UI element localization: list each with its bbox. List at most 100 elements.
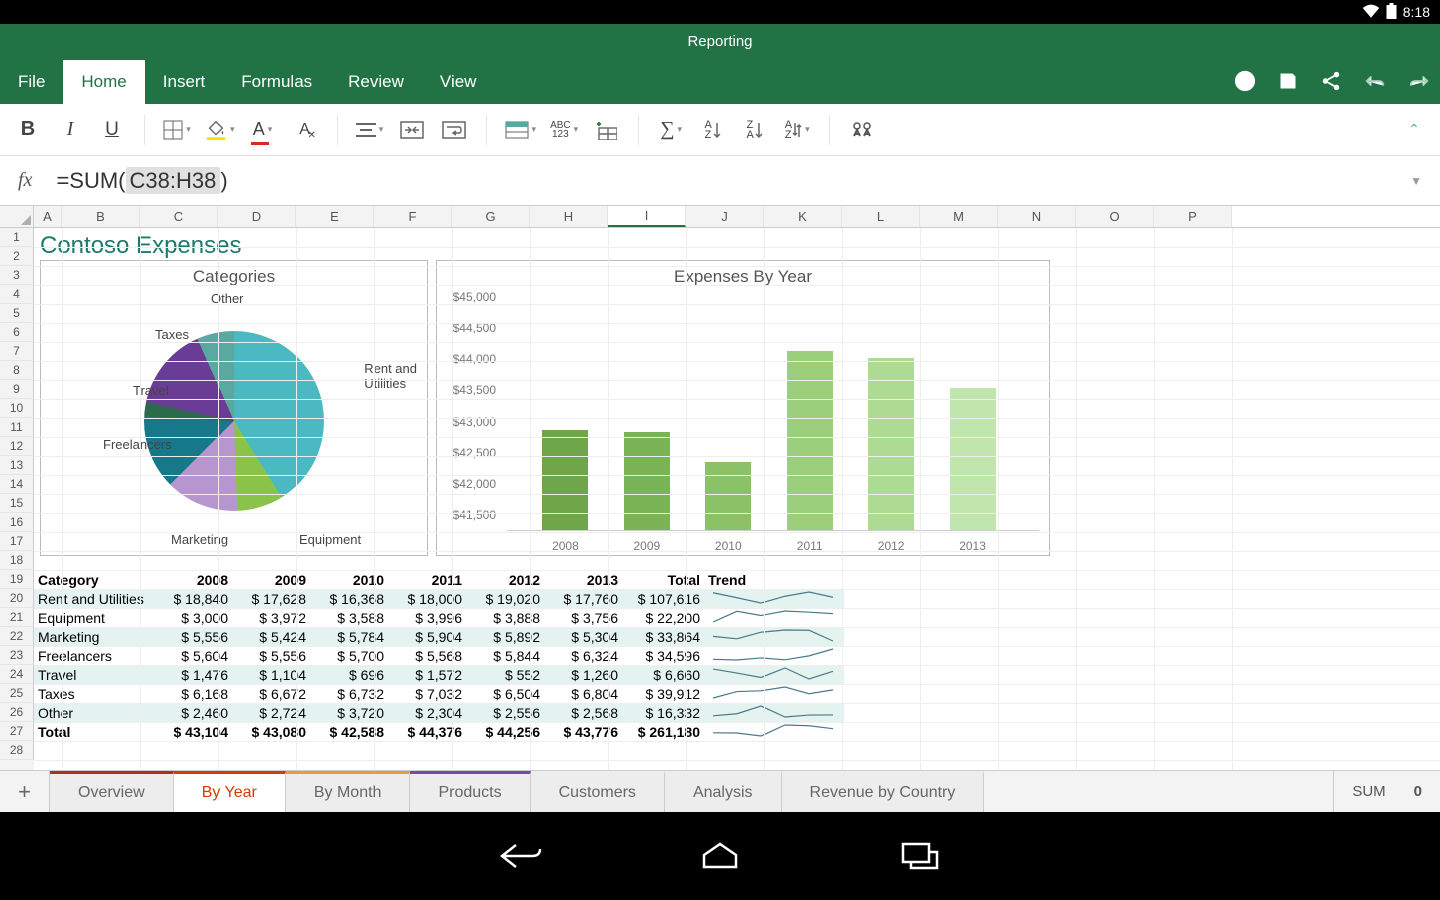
sparkline-cell[interactable] [704, 665, 844, 685]
row-header-27[interactable]: 27 [0, 722, 34, 741]
tab-formulas[interactable]: Formulas [223, 60, 330, 104]
category-cell[interactable]: Category [34, 572, 154, 588]
formula-expand-icon[interactable]: ▼ [1410, 174, 1422, 188]
sheet-tab-products[interactable]: Products [410, 771, 530, 812]
select-all-corner[interactable] [0, 206, 34, 227]
category-cell[interactable]: Rent and Utilities [34, 591, 154, 607]
merge-button[interactable] [398, 114, 426, 146]
row-header-22[interactable]: 22 [0, 627, 34, 646]
col-header-E[interactable]: E [296, 206, 374, 227]
recent-apps-button[interactable] [890, 836, 950, 876]
value-cell[interactable]: $ 6,324 [544, 648, 622, 664]
value-cell[interactable]: $ 2,568 [544, 705, 622, 721]
value-cell[interactable]: 2011 [388, 572, 466, 588]
cell-style-button[interactable] [505, 114, 537, 146]
row-header-14[interactable]: 14 [0, 475, 34, 494]
value-cell[interactable]: Total [622, 572, 704, 588]
row-header-9[interactable]: 9 [0, 380, 34, 399]
value-cell[interactable]: 2009 [232, 572, 310, 588]
value-cell[interactable]: $ 1,572 [388, 667, 466, 683]
col-header-N[interactable]: N [998, 206, 1076, 227]
value-cell[interactable]: $ 3,588 [310, 610, 388, 626]
value-cell[interactable]: $ 33,864 [622, 629, 704, 645]
col-header-H[interactable]: H [530, 206, 608, 227]
share-icon[interactable] [1320, 70, 1342, 92]
value-cell[interactable]: $ 5,892 [466, 629, 544, 645]
redo-icon[interactable] [1408, 72, 1430, 90]
underline-button[interactable]: U [98, 114, 126, 146]
row-header-3[interactable]: 3 [0, 266, 34, 285]
fx-icon[interactable]: fx [18, 169, 32, 192]
value-cell[interactable]: $ 18,000 [388, 591, 466, 607]
row-header-2[interactable]: 2 [0, 247, 34, 266]
row-header-8[interactable]: 8 [0, 361, 34, 380]
category-cell[interactable]: Taxes [34, 686, 154, 702]
sparkline-cell[interactable] [704, 627, 844, 647]
value-cell[interactable]: $ 696 [310, 667, 388, 683]
value-cell[interactable]: $ 3,888 [466, 610, 544, 626]
formula-input[interactable]: =SUM(C38:H38) [56, 168, 227, 194]
value-cell[interactable]: $ 6,504 [466, 686, 544, 702]
sheet-tab-overview[interactable]: Overview [50, 771, 174, 812]
fill-color-button[interactable] [205, 114, 235, 146]
italic-button[interactable]: I [56, 114, 84, 146]
value-cell[interactable]: $ 6,804 [544, 686, 622, 702]
value-cell[interactable]: $ 6,168 [154, 686, 232, 702]
value-cell[interactable]: 2008 [154, 572, 232, 588]
back-button[interactable] [490, 836, 550, 876]
font-color-button[interactable]: A [249, 114, 277, 146]
category-cell[interactable]: Travel [34, 667, 154, 683]
row-header-5[interactable]: 5 [0, 304, 34, 323]
cell-area[interactable]: Contoso Expenses Categories Other Rent a… [34, 228, 1440, 770]
col-header-G[interactable]: G [452, 206, 530, 227]
row-header-18[interactable]: 18 [0, 551, 34, 570]
add-sheet-button[interactable]: + [0, 771, 50, 812]
value-cell[interactable]: $ 44,256 [466, 724, 544, 740]
autosum-button[interactable]: ∑ [657, 114, 685, 146]
sparkline-cell[interactable] [704, 646, 844, 666]
align-button[interactable] [356, 114, 384, 146]
sparkline-cell[interactable]: Trend [704, 572, 844, 588]
value-cell[interactable]: $ 5,304 [544, 629, 622, 645]
row-header-10[interactable]: 10 [0, 399, 34, 418]
value-cell[interactable]: $ 5,604 [154, 648, 232, 664]
value-cell[interactable]: $ 5,904 [388, 629, 466, 645]
value-cell[interactable]: $ 17,760 [544, 591, 622, 607]
tab-view[interactable]: View [422, 60, 495, 104]
category-cell[interactable]: Other [34, 705, 154, 721]
row-header-17[interactable]: 17 [0, 532, 34, 551]
sort-desc-button[interactable]: ZA [741, 114, 769, 146]
value-cell[interactable]: $ 43,776 [544, 724, 622, 740]
sparkline-cell[interactable] [704, 703, 844, 723]
row-header-19[interactable]: 19 [0, 570, 34, 589]
find-button[interactable] [848, 114, 876, 146]
wrap-text-button[interactable] [440, 114, 468, 146]
value-cell[interactable]: $ 42,588 [310, 724, 388, 740]
value-cell[interactable]: $ 3,972 [232, 610, 310, 626]
row-header-6[interactable]: 6 [0, 323, 34, 342]
value-cell[interactable]: $ 34,596 [622, 648, 704, 664]
sort-asc-button[interactable]: AZ [699, 114, 727, 146]
value-cell[interactable]: $ 17,628 [232, 591, 310, 607]
row-header-21[interactable]: 21 [0, 608, 34, 627]
col-header-D[interactable]: D [218, 206, 296, 227]
sparkline-cell[interactable] [704, 684, 844, 704]
sheet-tab-by-year[interactable]: By Year [174, 771, 286, 812]
value-cell[interactable]: $ 44,376 [388, 724, 466, 740]
col-header-L[interactable]: L [842, 206, 920, 227]
value-cell[interactable]: $ 5,784 [310, 629, 388, 645]
row-header-7[interactable]: 7 [0, 342, 34, 361]
value-cell[interactable]: $ 552 [466, 667, 544, 683]
col-header-I[interactable]: I [608, 206, 686, 227]
sheet-tab-customers[interactable]: Customers [531, 771, 665, 812]
col-header-K[interactable]: K [764, 206, 842, 227]
collapse-ribbon-button[interactable]: ⌃ [1400, 114, 1428, 146]
tab-home[interactable]: Home [63, 60, 144, 104]
row-header-23[interactable]: 23 [0, 646, 34, 665]
tab-review[interactable]: Review [330, 60, 422, 104]
value-cell[interactable]: $ 3,720 [310, 705, 388, 721]
undo-icon[interactable] [1364, 72, 1386, 90]
value-cell[interactable]: $ 2,460 [154, 705, 232, 721]
sheet-tab-by-month[interactable]: By Month [286, 771, 411, 812]
row-header-1[interactable]: 1 [0, 228, 34, 247]
